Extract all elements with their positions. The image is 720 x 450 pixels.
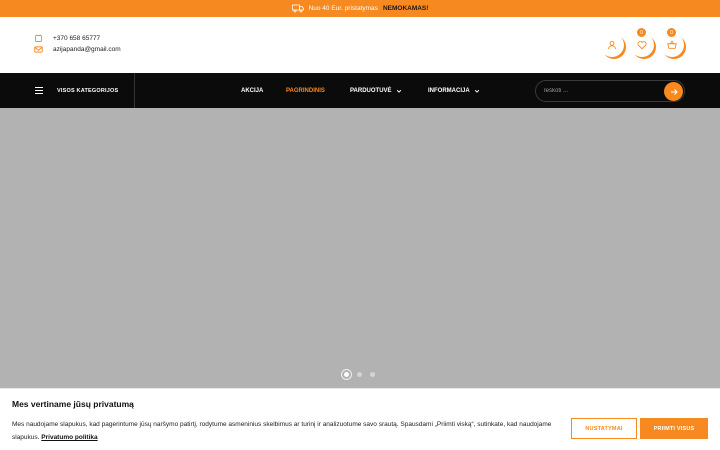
search-button[interactable] — [664, 82, 683, 101]
privacy-policy-link[interactable]: Privatumo politika — [41, 434, 97, 441]
hero-slider[interactable] — [0, 108, 720, 388]
email-address[interactable]: azijapanda@gmail.com — [53, 46, 121, 53]
all-categories-button[interactable]: VISOS KATEGORIJOS — [0, 73, 135, 108]
nav-item-parduotuve[interactable]: PARDUOTUVĖ — [350, 73, 402, 108]
search-box — [535, 80, 685, 102]
nav-item-label: PAGRINDINIS — [286, 87, 325, 94]
promo-text: Nuo 40 Eur. pristatymas — [308, 5, 378, 12]
contact-email[interactable]: azijapanda@gmail.com — [34, 45, 121, 54]
nav-item-akcija[interactable]: AKCIJA — [241, 73, 263, 108]
cookie-text-block: Mes naudojame slapukus, kad pagerintume … — [12, 418, 567, 444]
heart-icon — [637, 41, 647, 50]
basket-icon — [667, 40, 677, 49]
nav-item-informacija[interactable]: INFORMACIJA — [428, 73, 480, 108]
cart-button[interactable]: 0 — [660, 28, 684, 57]
chevron-down-icon — [474, 89, 479, 93]
wishlist-button[interactable]: 0 — [630, 28, 654, 57]
menu-icon — [35, 87, 43, 94]
mail-icon — [34, 46, 43, 53]
all-categories-label: VISOS KATEGORIJOS — [57, 87, 119, 94]
slider-dot-1[interactable] — [344, 372, 349, 377]
cookie-title: Mes vertiname jūsų privatumą — [12, 399, 134, 409]
cart-count-badge: 0 — [667, 28, 676, 37]
nav-item-label: INFORMACIJA — [428, 87, 470, 94]
arrow-right-icon — [670, 88, 678, 95]
account-button[interactable] — [600, 33, 624, 57]
header: +370 658 65777 azijapanda@gmail.com 0 0 — [0, 17, 720, 73]
contact-phone[interactable]: +370 658 65777 — [34, 34, 100, 43]
promo-bar: Nuo 40 Eur. pristatymas NEMOKAMAS! — [0, 0, 720, 17]
promo-highlight: NEMOKAMAS! — [382, 5, 429, 12]
cookie-settings-button[interactable]: NUSTATYMAI — [571, 418, 637, 439]
chevron-down-icon — [396, 89, 401, 93]
nav-item-pagrindinis[interactable]: PAGRINDINIS — [286, 73, 325, 108]
phone-number[interactable]: +370 658 65777 — [53, 35, 100, 42]
truck-icon — [291, 4, 304, 13]
user-icon — [608, 40, 616, 50]
wishlist-count-badge: 0 — [637, 28, 646, 37]
nav-item-label: AKCIJA — [241, 87, 264, 94]
nav-item-label: PARDUOTUVĖ — [350, 87, 392, 94]
accept-all-cookies-button[interactable]: PRIIMTI VISUS — [640, 418, 708, 439]
slider-dot-2[interactable] — [357, 372, 362, 377]
search-input[interactable] — [544, 84, 659, 98]
slider-dot-3[interactable] — [370, 372, 375, 377]
phone-icon — [35, 34, 42, 42]
